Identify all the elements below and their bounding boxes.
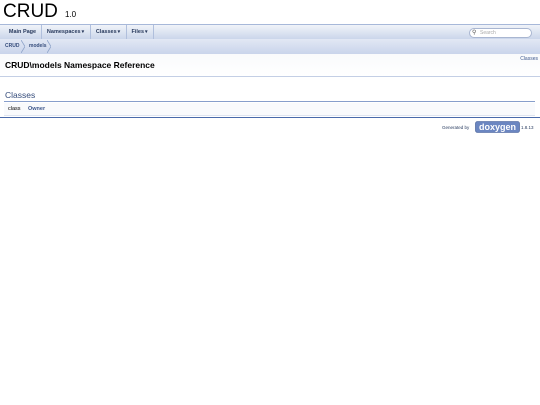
table-row: class Owner bbox=[4, 103, 535, 116]
doxygen-logo[interactable]: doxygen bbox=[475, 121, 520, 133]
summary-link-classes[interactable]: Classes bbox=[520, 56, 538, 62]
page-title: CRUD\models Namespace Reference bbox=[5, 60, 155, 70]
project-name: CRUD bbox=[3, 1, 58, 22]
chevron-down-icon: ▾ bbox=[117, 29, 121, 35]
nav-classes[interactable]: Classes▾ bbox=[90, 25, 127, 40]
nav-classes-label: Classes bbox=[95, 29, 117, 35]
breadcrumb-item-models[interactable]: models bbox=[29, 39, 47, 54]
page-header: Classes CRUD\models Namespace Reference bbox=[0, 54, 540, 77]
section-title-classes: Classes bbox=[5, 90, 36, 100]
nav-files-label: Files bbox=[131, 29, 145, 35]
member-kind: class bbox=[8, 106, 21, 112]
nav-namespaces[interactable]: Namespaces▾ bbox=[41, 25, 91, 40]
doxygen-version: 1.8.13 bbox=[521, 125, 534, 130]
breadcrumb-separator-icon bbox=[47, 40, 51, 53]
project-number: 1.0 bbox=[65, 10, 77, 19]
search-box[interactable]: ⚲ Search bbox=[469, 28, 532, 38]
search-icon[interactable]: ⚲ bbox=[472, 29, 476, 37]
generated-by-text: Generated by bbox=[442, 125, 470, 130]
chevron-down-icon: ▾ bbox=[81, 29, 85, 35]
breadcrumb: CRUD models bbox=[0, 39, 540, 55]
class-link-owner[interactable]: Owner bbox=[28, 106, 45, 112]
footer: Generated by doxygen 1.8.13 bbox=[0, 118, 540, 136]
breadcrumb-item-crud[interactable]: CRUD bbox=[5, 39, 19, 54]
doxygen-logo-text: doxygen bbox=[479, 122, 516, 132]
nav-namespaces-label: Namespaces bbox=[46, 29, 81, 35]
nav-main-page[interactable]: Main Page bbox=[4, 25, 42, 40]
chevron-down-icon: ▾ bbox=[145, 29, 148, 35]
nav-files[interactable]: Files▾ bbox=[126, 25, 154, 40]
nav-main-page-label: Main Page bbox=[8, 29, 37, 35]
section-divider bbox=[4, 101, 535, 102]
search-input[interactable]: Search bbox=[480, 29, 496, 37]
breadcrumb-separator-icon bbox=[21, 40, 25, 53]
title-area: CRUD 1.0 bbox=[0, 0, 540, 24]
